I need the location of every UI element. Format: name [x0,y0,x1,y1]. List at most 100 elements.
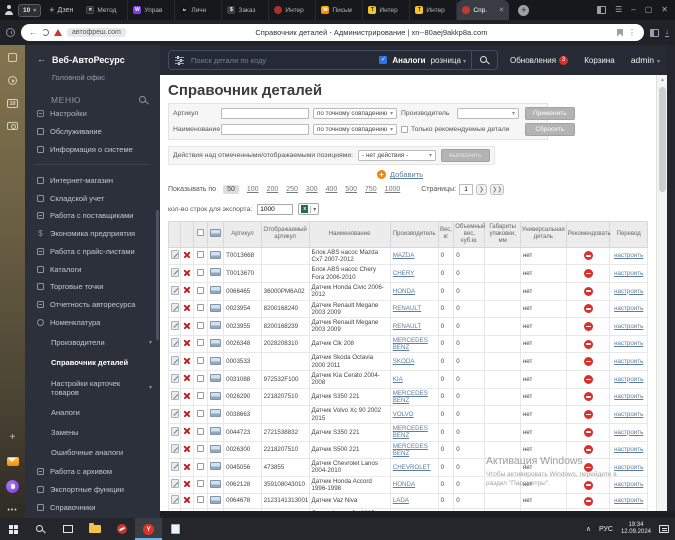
scrollbar-thumb[interactable] [659,87,666,192]
translation-configure-link[interactable]: настроить [614,429,643,436]
photo-icon[interactable] [210,409,221,417]
sidebar-item[interactable]: Аналоги [25,402,160,422]
side-panel-icon[interactable] [650,29,659,37]
notification-center-icon[interactable] [659,525,669,533]
edit-icon[interactable] [171,338,179,347]
manufacturer-link[interactable]: MERCEDES BENZ [393,443,428,457]
manufacturer-link[interactable]: SKODA [393,358,415,365]
export-rows-input[interactable] [257,204,293,215]
manufacturer-link[interactable]: RENAULT [393,323,421,330]
edit-icon[interactable] [171,462,179,471]
video-icon[interactable] [8,76,17,85]
translation-configure-link[interactable]: настроить [614,393,643,400]
strip-add-icon[interactable]: + [10,433,16,443]
photo-icon[interactable] [210,357,221,365]
add-plus-icon[interactable] [377,170,386,179]
photo-icon[interactable] [210,339,221,347]
row-checkbox[interactable] [197,392,204,399]
manufacturer-link[interactable]: VOLVO [393,411,414,418]
manufacturer-link[interactable]: CHEVROLET [393,464,431,471]
column-header-dimensions[interactable]: Габариты упаковки, мм [485,222,520,248]
page-number-input[interactable] [459,184,473,195]
sidebar-item[interactable]: Экономика предприятия [25,225,160,243]
not-recommended-icon[interactable] [584,304,593,313]
delete-icon[interactable] [183,480,191,488]
row-checkbox[interactable] [197,463,204,470]
analogs-mode-select[interactable]: розница [431,56,466,65]
column-header-recommend[interactable]: Рекомендовать [566,222,610,248]
delete-icon[interactable] [183,374,191,382]
sidebar-item[interactable]: Интернет-магазин [25,171,160,189]
manufacturer-link[interactable]: KIA [393,376,403,383]
row-checkbox[interactable] [197,287,204,294]
page-size-option[interactable]: 300 [306,186,318,193]
column-header-vol_weight[interactable]: Объемный вес, куб.м. [454,222,485,248]
panels-icon[interactable] [597,6,606,14]
new-tab-button[interactable]: + [518,5,529,16]
not-recommended-icon[interactable] [584,357,593,366]
kebab-menu-icon[interactable]: ⋮ [628,28,636,37]
app-red-button[interactable] [108,518,135,540]
cart-button[interactable]: Корзина [584,56,614,65]
alice-icon[interactable] [6,480,19,493]
photo-icon[interactable] [210,445,221,453]
delete-icon[interactable] [183,321,191,329]
browser-tab[interactable]: Управ [128,0,175,20]
delete-icon[interactable] [183,462,191,470]
sidebar-scrollbar[interactable] [156,210,159,340]
article-match-select[interactable]: по точному совпадению [313,108,397,119]
edit-icon[interactable] [171,250,179,259]
next-page-button[interactable]: ❯ [476,184,487,195]
page-size-option[interactable]: 200 [267,186,279,193]
browser-tab[interactable]: Интер [410,0,457,20]
delete-icon[interactable] [183,409,191,417]
bookmark-icon[interactable] [617,29,623,37]
yandex-browser-button[interactable]: Y [135,518,162,540]
updates-button[interactable]: Обновления3 [510,56,568,65]
only-recommended-option[interactable]: Только рекомендуемые детали [401,126,509,133]
execute-button[interactable]: выполнить [441,149,490,162]
delete-icon[interactable] [183,339,191,347]
not-recommended-icon[interactable] [584,497,593,506]
manufacturer-link[interactable]: LADA [393,497,409,504]
column-header-translation[interactable]: Перевод [610,222,648,248]
browser-tab[interactable]: Спр.✕ [457,0,509,20]
browser-tab[interactable]: Письм [316,0,363,20]
back-icon[interactable]: ← [29,29,37,37]
export-excel-button[interactable]: ▾ [298,203,319,215]
translation-configure-link[interactable]: настроить [614,252,643,259]
not-recommended-icon[interactable] [584,410,593,419]
translation-configure-link[interactable]: настроить [614,358,643,365]
delete-icon[interactable] [183,496,191,504]
photo-icon[interactable] [210,374,221,382]
row-checkbox[interactable] [197,251,204,258]
tray-expand-icon[interactable]: ∧ [586,525,591,533]
sidebar-item[interactable]: Экспортные функции [25,480,160,498]
manufacturer-link[interactable]: MERCEDES BENZ [393,425,428,439]
manufacturer-link[interactable]: RENAULT [393,305,421,312]
part-search-input[interactable] [189,55,374,66]
delete-icon[interactable] [183,427,191,435]
row-checkbox[interactable] [197,445,204,452]
manufacturer-link[interactable]: HONDA [393,481,415,488]
not-recommended-icon[interactable] [584,287,593,296]
sidebar-item[interactable]: Работа с поставщиками [25,207,160,225]
delete-icon[interactable] [183,392,191,400]
edit-icon[interactable] [171,321,179,330]
photo-icon[interactable] [210,462,221,470]
photo-icon[interactable] [210,427,221,435]
photo-icon[interactable] [210,304,221,312]
page-size-option[interactable]: 750 [365,186,377,193]
not-recommended-icon[interactable] [584,445,593,454]
not-recommended-icon[interactable] [584,481,593,490]
name-input[interactable] [221,124,309,135]
start-button[interactable] [0,518,27,540]
photo-icon[interactable] [210,321,221,329]
translation-configure-link[interactable]: настроить [614,376,643,383]
not-recommended-icon[interactable] [584,392,593,401]
row-checkbox[interactable] [197,496,204,503]
translation-configure-link[interactable]: настроить [614,481,643,488]
minimize-button[interactable]: – [631,6,635,14]
reset-button[interactable]: Сбросить [525,123,575,136]
sidebar-item[interactable]: Работа с прайс-листами [25,242,160,260]
